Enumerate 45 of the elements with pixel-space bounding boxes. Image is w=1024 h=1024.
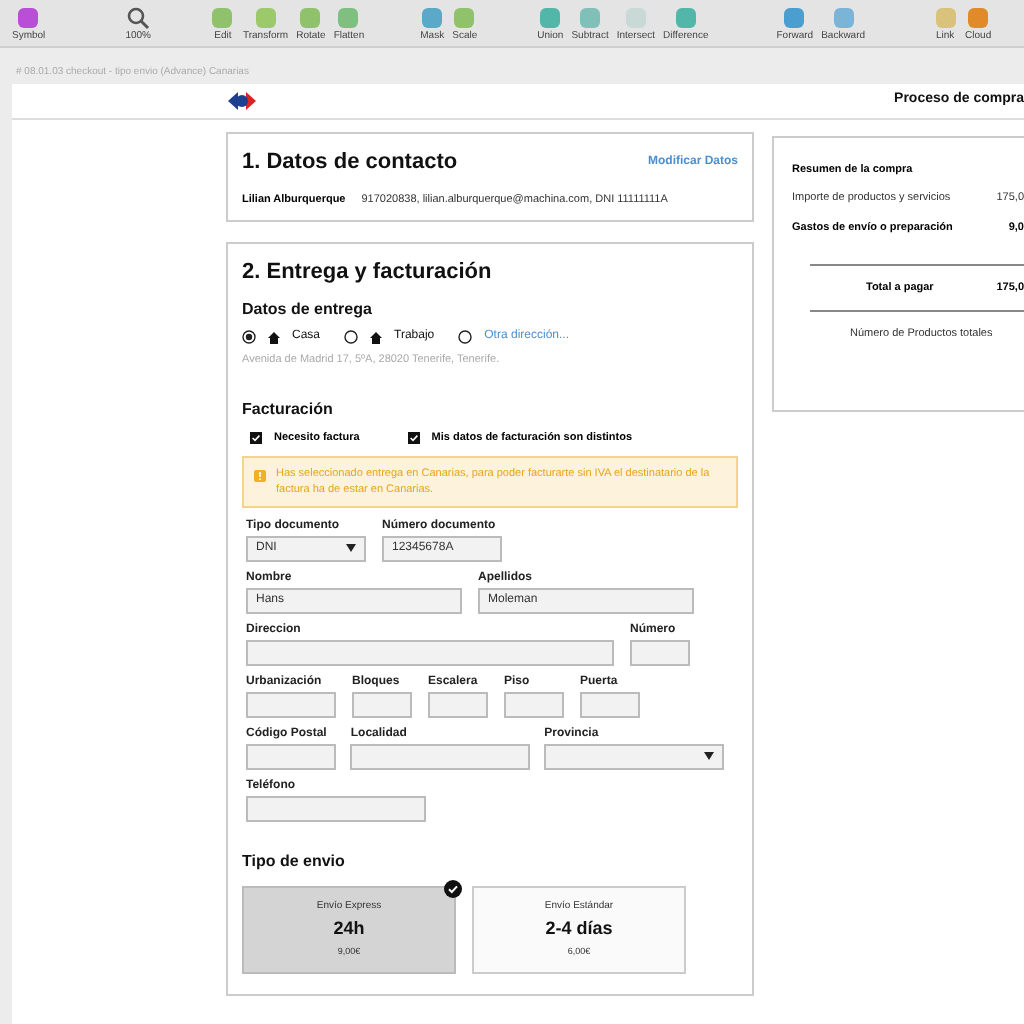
input-field[interactable] <box>428 691 488 718</box>
home-icon <box>268 331 280 344</box>
option-time: 24h <box>333 916 365 943</box>
tool-icon[interactable] <box>966 5 991 29</box>
input-field[interactable] <box>352 691 412 718</box>
tool-icon[interactable] <box>933 5 958 29</box>
tool-icon[interactable] <box>782 5 807 29</box>
subsection-title: Datos de entrega <box>242 298 374 323</box>
input-field[interactable] <box>630 639 690 666</box>
radio-button[interactable] <box>458 330 473 345</box>
warning-icon <box>254 469 266 482</box>
caret-icon <box>704 752 715 761</box>
tool-icon[interactable] <box>673 5 698 29</box>
tool-icon[interactable] <box>538 5 563 29</box>
checkbox[interactable] <box>407 431 420 444</box>
tool-icon[interactable] <box>16 5 41 29</box>
subsection-title: Tipo de envio <box>242 849 347 874</box>
logo-icon <box>228 92 256 110</box>
tool-icon[interactable] <box>336 5 361 29</box>
tool-icon[interactable] <box>210 5 235 29</box>
tool-icon[interactable] <box>298 5 323 29</box>
subsection-title: Facturación <box>242 397 335 421</box>
section-title: 2. Entrega y facturación <box>242 257 494 288</box>
input-field[interactable] <box>246 691 336 718</box>
input-field[interactable] <box>246 743 336 770</box>
tool-icon[interactable] <box>452 5 477 29</box>
checkbox[interactable] <box>250 431 262 444</box>
tool-icon[interactable] <box>253 5 278 29</box>
zoom-icon[interactable] <box>126 5 151 29</box>
input-field[interactable] <box>350 743 531 770</box>
tool-icon[interactable] <box>578 5 603 29</box>
input-field[interactable] <box>504 691 564 718</box>
caret-icon <box>346 544 356 553</box>
input-field[interactable] <box>246 795 426 822</box>
option-time: 2-4 días <box>545 916 613 943</box>
input-field[interactable] <box>580 691 640 718</box>
home-icon <box>370 331 383 344</box>
check-icon <box>444 879 462 898</box>
tool-icon[interactable] <box>420 5 445 29</box>
section-title: 1. Datos de contacto <box>242 148 458 178</box>
radio-button[interactable] <box>242 330 256 345</box>
select-field[interactable] <box>544 743 725 770</box>
radio-button[interactable] <box>344 330 359 345</box>
tool-icon[interactable] <box>831 5 856 29</box>
input-field[interactable] <box>246 639 614 666</box>
